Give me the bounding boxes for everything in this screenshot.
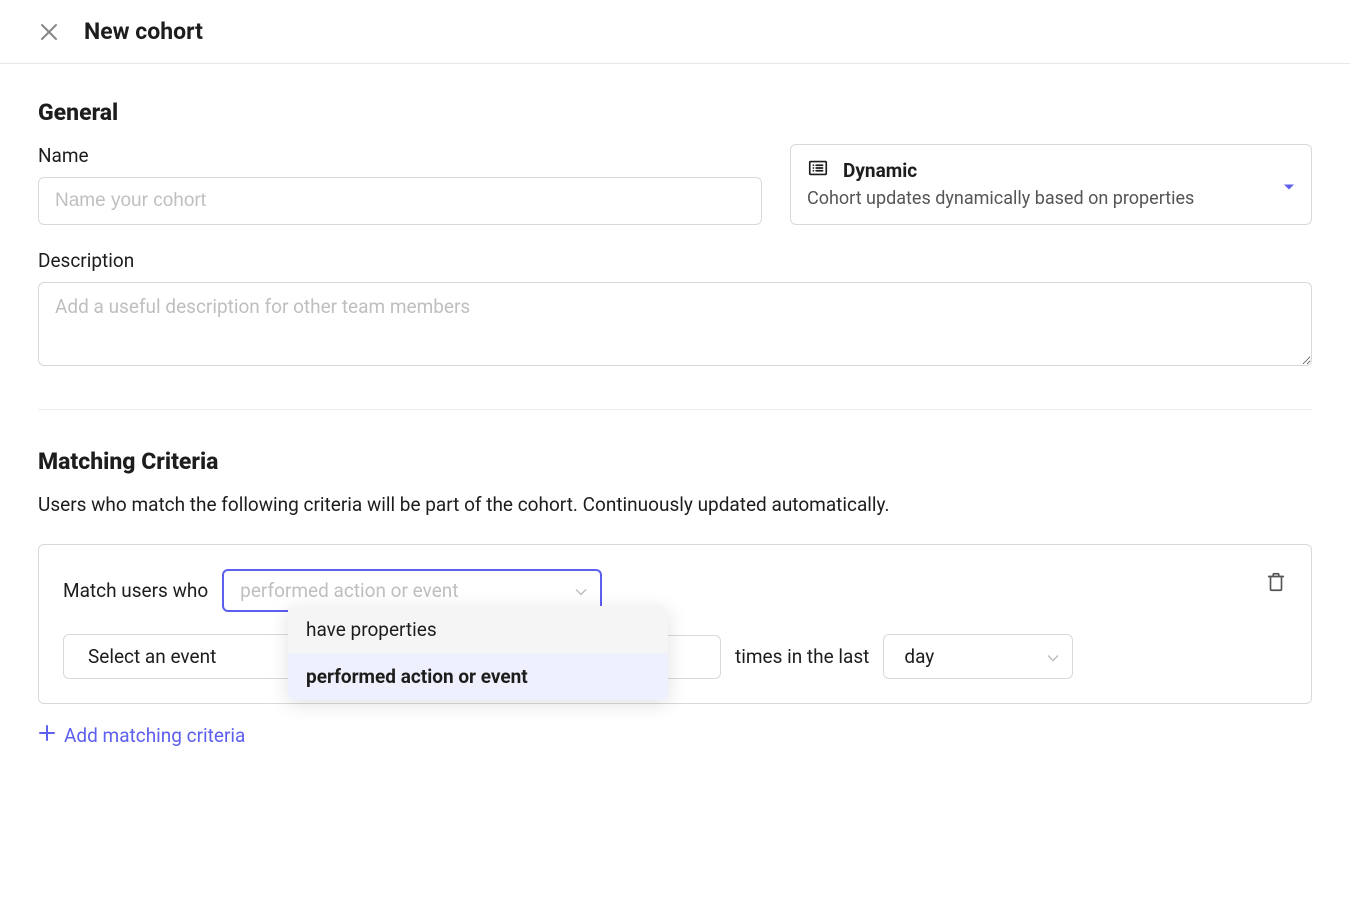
chevron-down-icon (1046, 645, 1060, 668)
match-users-label: Match users who (63, 579, 208, 602)
cohort-type-selector[interactable]: Dynamic Cohort updates dynamically based… (790, 144, 1312, 225)
description-label: Description (38, 249, 1312, 272)
period-select[interactable]: day (883, 634, 1073, 679)
section-divider (38, 409, 1312, 410)
criteria-group: Match users who performed action or even… (38, 544, 1312, 704)
chevron-down-icon (574, 579, 588, 602)
name-label: Name (38, 144, 762, 167)
name-input[interactable] (38, 177, 762, 225)
name-field-column: Name (38, 144, 762, 225)
chevron-down-icon (1283, 173, 1295, 196)
period-select-label: day (904, 645, 934, 668)
dropdown-option-have-properties[interactable]: have properties (288, 606, 668, 653)
matching-heading: Matching Criteria (38, 448, 1312, 475)
description-input[interactable] (38, 282, 1312, 366)
event-select-label: Select an event (88, 645, 216, 668)
dropdown-option-performed-event[interactable]: performed action or event (288, 653, 668, 700)
delete-criteria-button[interactable] (1265, 571, 1287, 598)
content: General Name Dynamic (0, 64, 1350, 782)
cohort-type-icon (807, 157, 829, 184)
close-icon[interactable] (38, 21, 60, 43)
behaviour-type-placeholder: performed action or event (240, 579, 458, 602)
criteria-container: Match users who performed action or even… (38, 544, 1312, 704)
times-label: times in the last (735, 645, 869, 668)
add-criteria-label: Add matching criteria (64, 724, 245, 747)
description-field: Description (38, 249, 1312, 371)
cohort-type-subtitle: Cohort updates dynamically based on prop… (807, 188, 1295, 209)
criteria-row-type: Match users who performed action or even… (63, 569, 1287, 612)
criteria-row-details: Select an event st (63, 634, 1287, 679)
matching-subtext: Users who match the following criteria w… (38, 493, 1312, 516)
page-title: New cohort (84, 18, 203, 45)
add-criteria-button[interactable]: Add matching criteria (38, 724, 1312, 747)
page-header: New cohort (0, 0, 1350, 64)
plus-icon (38, 724, 56, 747)
cohort-type-title: Dynamic (843, 159, 917, 182)
general-row: Name Dynamic Cohort upda (38, 144, 1312, 225)
general-heading: General (38, 99, 1312, 126)
behaviour-type-dropdown: have properties performed action or even… (288, 606, 668, 700)
